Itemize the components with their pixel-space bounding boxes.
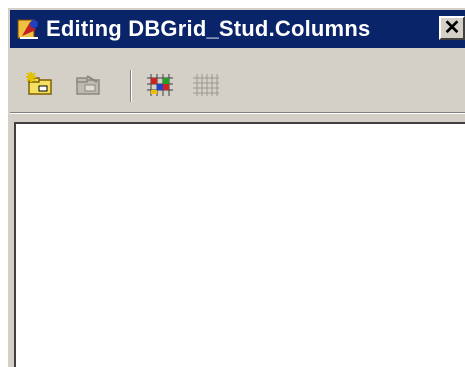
delete-selected-button[interactable] xyxy=(72,70,104,100)
close-button[interactable]: ✕ xyxy=(439,16,465,40)
add-all-fields-button[interactable] xyxy=(144,70,176,100)
toolbar-separator xyxy=(130,70,132,102)
title-bar[interactable]: Editing DBGrid_Stud.Columns ✕ xyxy=(10,10,465,48)
delete-selected-icon xyxy=(76,75,100,95)
toolbar-divider xyxy=(10,112,465,114)
add-all-fields-icon xyxy=(147,74,173,96)
close-icon: ✕ xyxy=(443,17,461,39)
delphi-app-icon xyxy=(17,19,38,39)
restore-defaults-icon xyxy=(193,74,219,96)
add-new-icon xyxy=(26,72,52,95)
window-title: Editing DBGrid_Stud.Columns xyxy=(46,16,371,41)
columns-list[interactable] xyxy=(14,122,465,367)
columns-editor-window: Editing DBGrid_Stud.Columns ✕ xyxy=(6,6,465,367)
toolbar xyxy=(10,62,465,108)
restore-defaults-button[interactable] xyxy=(190,70,222,100)
add-new-button[interactable] xyxy=(24,70,56,100)
